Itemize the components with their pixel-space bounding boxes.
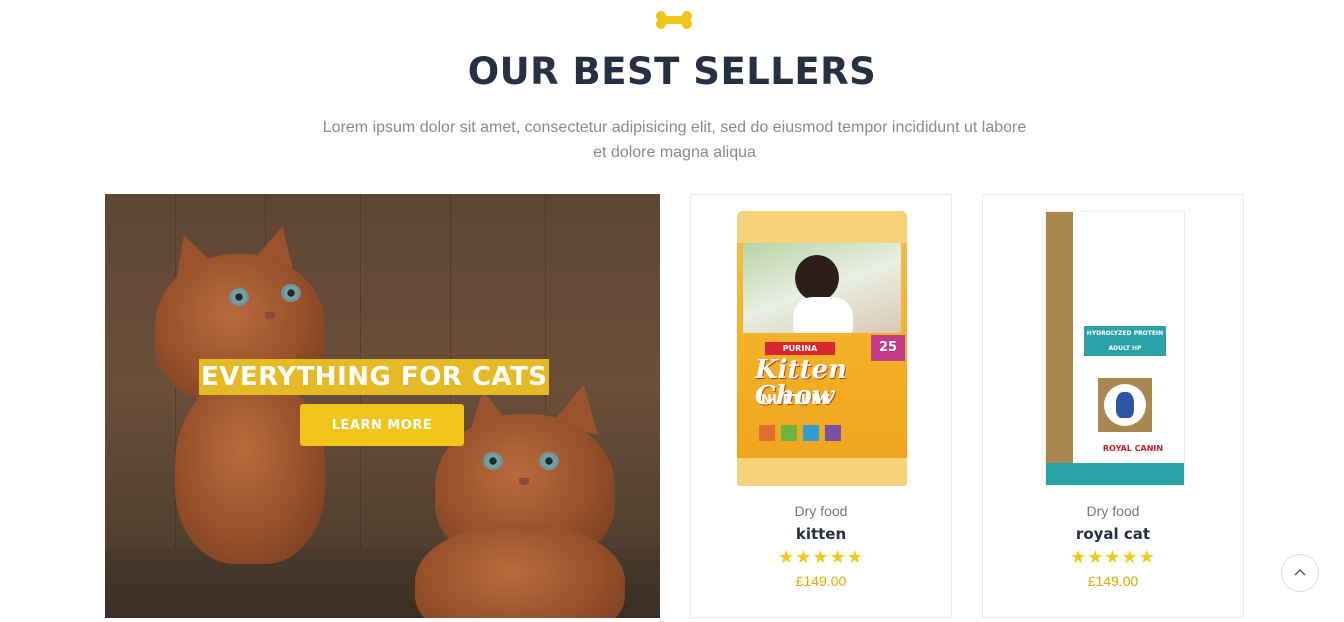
product-name[interactable]: royal cat — [983, 525, 1243, 543]
bag-stripe — [1046, 212, 1073, 485]
product-image[interactable]: PURINA Kitten Chow NURTURE 25 — [737, 211, 907, 486]
section-subtitle: Lorem ipsum dolor sit amet, consectetur … — [292, 115, 1057, 165]
bag-sublabel-text: ADULT HP — [1108, 345, 1142, 352]
bag-bottom — [737, 458, 907, 486]
cat-eye — [281, 284, 301, 302]
subtitle-line-2: et dolore magna aliqua — [593, 144, 756, 161]
chevron-up-icon — [1294, 569, 1306, 576]
bone-icon — [656, 11, 692, 29]
product-price: £149.00 — [1087, 573, 1139, 589]
rating-stars: ★★★★★ — [1070, 547, 1156, 568]
cat-eye — [229, 288, 249, 306]
bag-swatch — [803, 425, 819, 441]
bag-swatch — [781, 425, 797, 441]
product-name[interactable]: kitten — [691, 525, 951, 543]
product-image[interactable]: HYDROLYZED PROTEIN ADULT HP ROYAL CANIN — [1045, 211, 1185, 486]
bag-brand: ROYAL CANIN — [1102, 444, 1164, 453]
section-title: OUR BEST SELLERS — [467, 50, 877, 93]
kitten-left-body — [175, 374, 325, 564]
bag-photo-girl — [795, 255, 839, 301]
bag-top — [737, 211, 907, 243]
cat-nose — [265, 312, 275, 319]
product-category: Dry food — [1086, 503, 1140, 519]
banner-heading: EVERYTHING FOR CATS — [199, 359, 550, 395]
scroll-top-button[interactable] — [1281, 554, 1319, 592]
rating-stars: ★★★★★ — [778, 547, 864, 568]
cat-eye — [483, 452, 503, 470]
bag-variant: NURTURE — [761, 393, 831, 408]
cat-silhouette-icon — [1116, 392, 1134, 418]
bag-label: HYDROLYZED PROTEIN ADULT HP — [1084, 326, 1166, 356]
learn-more-button[interactable]: LEARN MORE — [300, 404, 464, 446]
product-card[interactable]: PURINA Kitten Chow NURTURE 25 Dry food k… — [690, 194, 952, 618]
cat-eye — [539, 452, 559, 470]
bag-brand: PURINA — [765, 342, 835, 355]
product-price: £149.00 — [795, 573, 847, 589]
product-card[interactable]: HYDROLYZED PROTEIN ADULT HP ROYAL CANIN … — [982, 194, 1244, 618]
bag-badge: 25 — [871, 335, 905, 361]
subtitle-line-1: Lorem ipsum dolor sit amet, consectetur … — [322, 119, 1027, 136]
bag-photo-shirt — [793, 297, 853, 333]
bag-label-text: HYDROLYZED PROTEIN — [1086, 330, 1164, 337]
product-category: Dry food — [794, 503, 848, 519]
bag-swatch — [825, 425, 841, 441]
cat-nose — [519, 478, 529, 485]
bag-swatch — [759, 425, 775, 441]
bag-bottom — [1046, 463, 1184, 485]
